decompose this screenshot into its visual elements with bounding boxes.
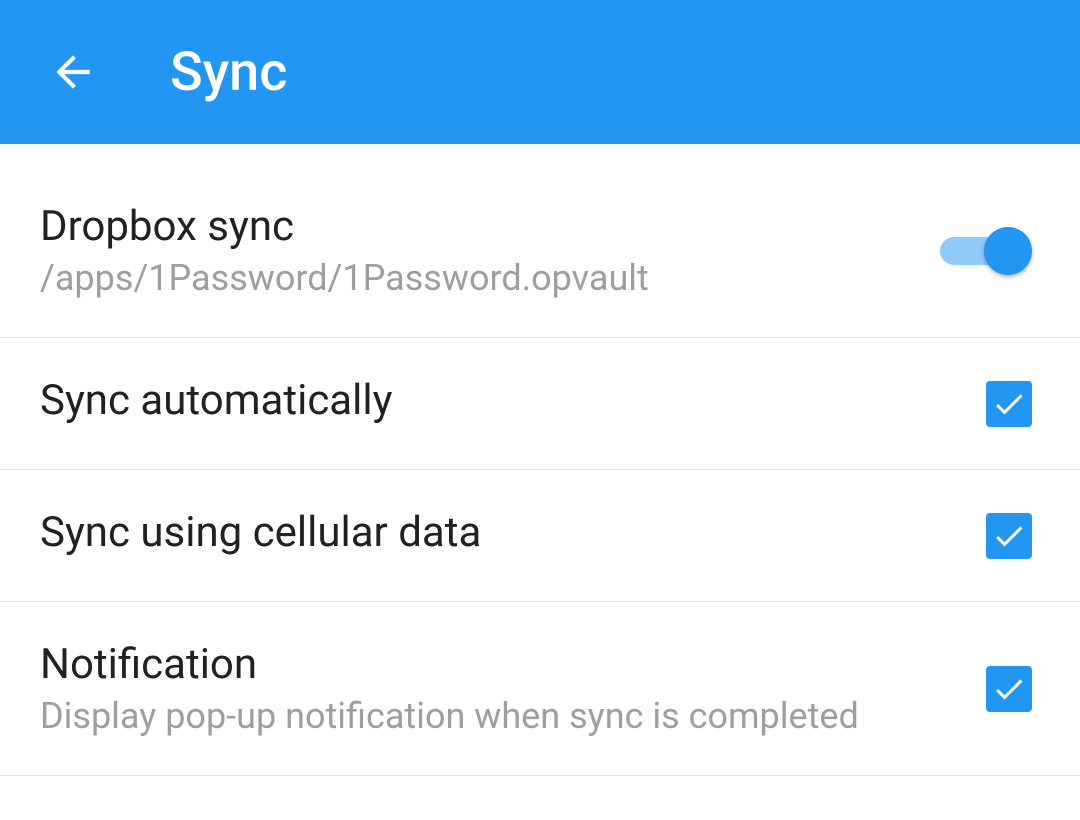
sync-cellular-item[interactable]: Sync using cellular data xyxy=(0,470,1080,602)
item-text-block: Notification Display pop-up notification… xyxy=(40,640,859,737)
item-title: Sync using cellular data xyxy=(40,508,481,557)
check-icon xyxy=(991,518,1027,554)
check-icon xyxy=(991,671,1027,707)
item-title: Dropbox sync xyxy=(40,202,649,251)
item-subtitle: /apps/1Password/1Password.opvault xyxy=(40,257,649,299)
item-title: Sync automatically xyxy=(40,376,392,425)
dropbox-sync-switch[interactable] xyxy=(940,223,1032,279)
item-subtitle: Display pop-up notification when sync is… xyxy=(40,695,859,737)
item-text-block: Dropbox sync /apps/1Password/1Password.o… xyxy=(40,202,649,299)
back-button[interactable] xyxy=(48,47,98,97)
app-header: Sync xyxy=(0,0,1080,144)
sync-cellular-checkbox[interactable] xyxy=(986,513,1032,559)
dropbox-sync-item[interactable]: Dropbox sync /apps/1Password/1Password.o… xyxy=(0,164,1080,338)
item-text-block: Sync using cellular data xyxy=(40,508,481,563)
item-text-block: Sync automatically xyxy=(40,376,392,431)
notification-item[interactable]: Notification Display pop-up notification… xyxy=(0,602,1080,776)
page-title: Sync xyxy=(170,41,287,104)
switch-thumb xyxy=(984,227,1032,275)
arrow-back-icon xyxy=(48,47,98,97)
header-spacer xyxy=(0,144,1080,164)
sync-automatically-checkbox[interactable] xyxy=(986,381,1032,427)
sync-automatically-item[interactable]: Sync automatically xyxy=(0,338,1080,470)
item-title: Notification xyxy=(40,640,859,689)
notification-checkbox[interactable] xyxy=(986,666,1032,712)
check-icon xyxy=(991,386,1027,422)
